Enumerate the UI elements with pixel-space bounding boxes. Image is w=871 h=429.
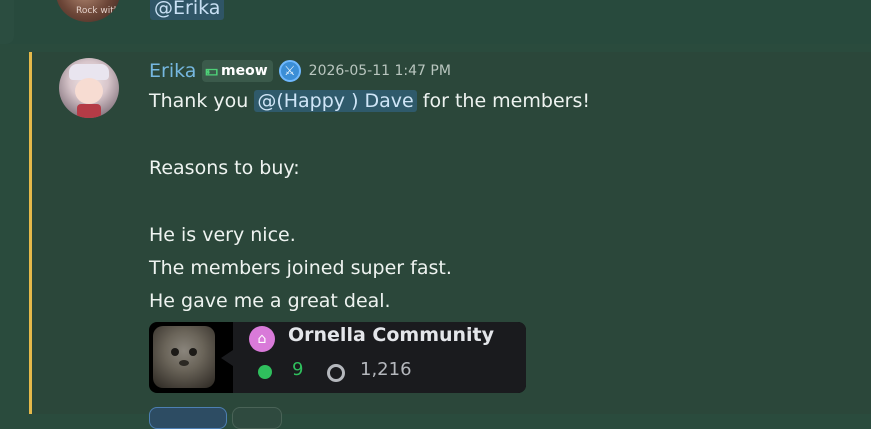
username[interactable]: Erika <box>149 60 196 82</box>
member-count: 1,216 <box>360 359 412 380</box>
avatar-caption: Rock with <box>76 6 120 16</box>
online-status-icon <box>258 365 272 379</box>
message-line-1: Thank you @(Happy ) Dave for the members… <box>149 90 590 112</box>
user-mention[interactable]: @(Happy ) Dave <box>254 90 417 112</box>
line1-prefix: Thank you <box>149 90 255 112</box>
embed-notch <box>221 350 233 366</box>
message-header: Erika 💵︎ meow ⚔︎ 2026-05-11 1:47 PM <box>149 58 451 84</box>
previous-mention[interactable]: @Erika <box>150 0 225 20</box>
member-count-icon <box>327 364 345 382</box>
user-avatar[interactable] <box>59 58 119 118</box>
add-reaction-button[interactable] <box>232 407 282 429</box>
banner-eye <box>171 348 179 356</box>
avatar-collar <box>77 104 101 118</box>
message-line-2: Reasons to buy: <box>149 157 300 179</box>
previous-avatar[interactable]: Rock with <box>56 0 120 22</box>
message-line-5: He gave me a great deal. <box>149 290 391 312</box>
previous-message: Rock with @Erika <box>0 0 871 44</box>
line1-suffix: for the members! <box>416 90 590 112</box>
role-badge[interactable]: 💵︎ meow <box>202 60 273 82</box>
server-banner-image <box>153 326 215 388</box>
crossed-swords-icon[interactable]: ⚔︎ <box>278 60 301 82</box>
mention-highlight-bar <box>29 52 32 414</box>
scroll-edge <box>0 0 14 44</box>
home-icon: ⌂ <box>249 326 275 352</box>
avatar-face <box>75 78 103 104</box>
timestamp: 2026-05-11 1:47 PM <box>308 63 451 79</box>
money-bill-icon: 💵︎ <box>205 63 219 79</box>
online-count: 9 <box>292 359 304 380</box>
message-line-4: The members joined super fast. <box>149 257 452 279</box>
banner-nose <box>179 360 189 366</box>
message-line-3: He is very nice. <box>149 224 296 246</box>
reaction-button[interactable] <box>149 407 227 429</box>
banner-eye <box>189 348 197 356</box>
server-invite-embed[interactable]: ⌂ Ornella Community 9 1,216 <box>149 322 526 393</box>
server-name[interactable]: Ornella Community <box>288 324 494 346</box>
role-label: meow <box>221 63 268 79</box>
